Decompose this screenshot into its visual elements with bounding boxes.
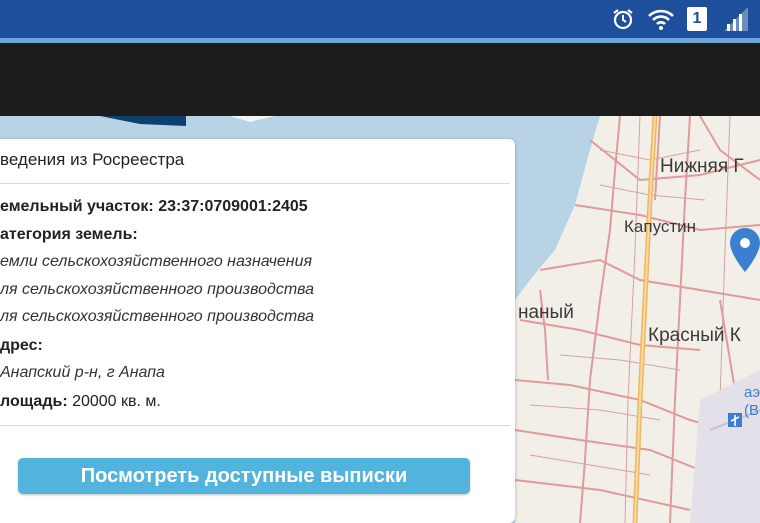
map-label-kapustin: Капустин <box>624 217 697 236</box>
alarm-icon <box>610 6 636 32</box>
address-label: дрес: <box>0 337 43 354</box>
map-label-nany: наный <box>518 302 574 323</box>
view-extracts-button[interactable]: Посмотреть доступные выписки <box>18 458 470 494</box>
map-label-nizhnyaya: Нижняя Г <box>660 156 744 177</box>
wifi-icon <box>646 6 676 32</box>
panel-header: ведения из Росреестра <box>0 139 510 184</box>
address-value: Анапский р-н, г Анапа <box>0 364 165 381</box>
plot-label: емельный участок: <box>0 198 154 215</box>
category-line-2: ля сельскохозяйственного производства <box>0 281 315 298</box>
sim-badge: 1 <box>692 10 702 27</box>
panel-divider <box>0 425 510 426</box>
category-label: атегория земель: <box>0 226 138 243</box>
status-bar: 1 <box>0 0 760 38</box>
category-line-3: ля сельскохозяйственного производства <box>0 308 315 325</box>
map-label-airport: аэ <box>744 384 760 401</box>
map-label-airport-code: (В <box>744 402 759 419</box>
area-row: лощадь: 20000 кв. м. <box>0 393 161 411</box>
signal-icon <box>720 6 750 32</box>
plot-value: 23:37:0709001:2405 <box>158 198 308 215</box>
plot-row: емельный участок: 23:37:0709001:2405 <box>0 198 308 216</box>
area-value: 20000 кв. м. <box>67 393 161 410</box>
sim-icon: 1 <box>686 6 708 32</box>
category-line-1: емли сельскохозяйственного назначения <box>0 253 313 270</box>
area-label: лощадь: <box>0 393 68 410</box>
map-label-krasny: Красный К <box>648 325 741 346</box>
rosreestr-info-panel: ведения из Росреестра емельный участок: … <box>0 139 515 523</box>
app-bar <box>0 43 760 116</box>
panel-title: ведения из Росреестра <box>0 150 185 169</box>
